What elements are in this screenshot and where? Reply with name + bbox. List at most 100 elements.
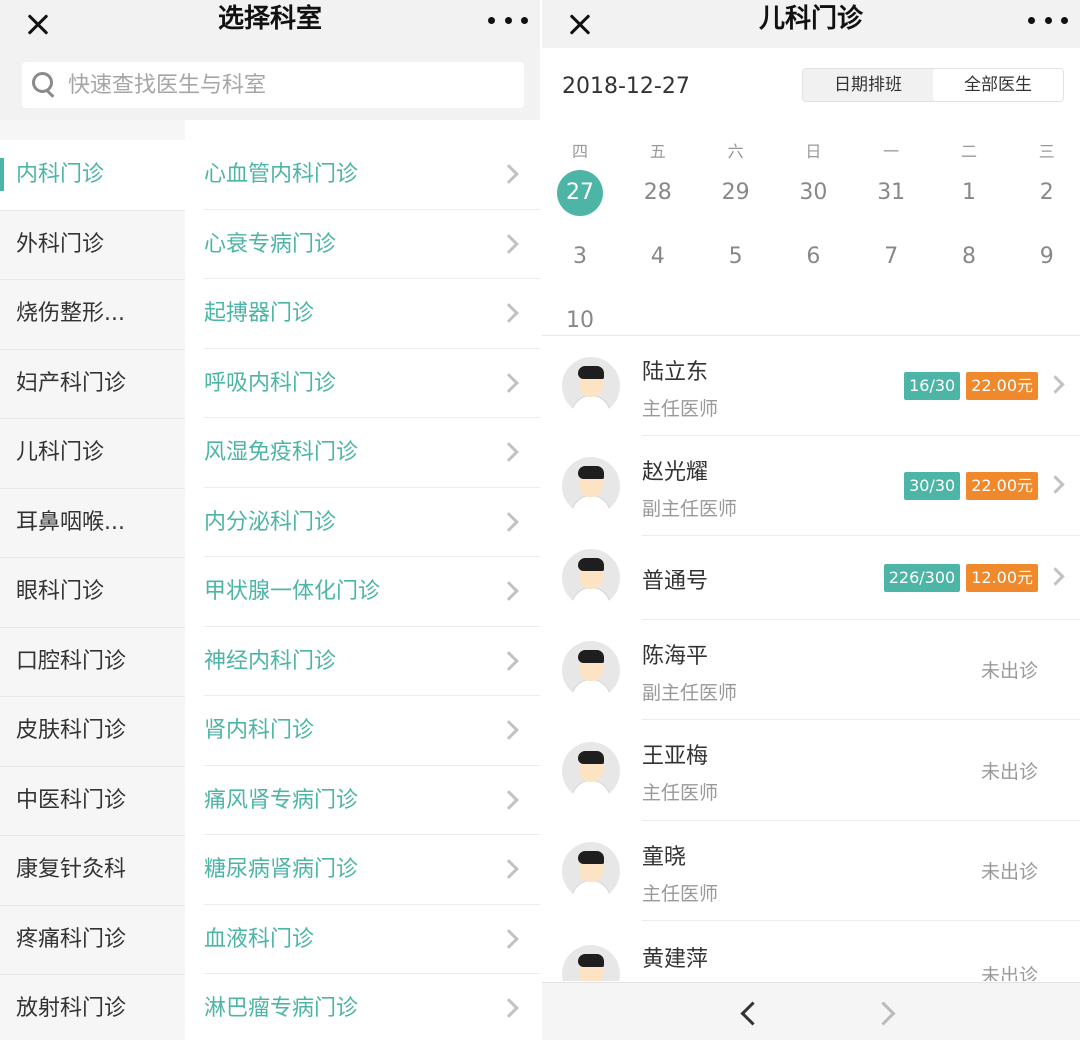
calendar-day-number: 8	[962, 244, 976, 269]
sidebar-divider	[0, 209, 185, 211]
chevron-right-icon	[499, 998, 519, 1018]
sub-department-list: 心血管内科门诊 心衰专病门诊 起搏器门诊呼吸内科门诊 风湿免疫科门诊内分泌科门诊 甲状腺…	[185, 140, 540, 1040]
chevron-right-icon	[1046, 375, 1065, 394]
calendar-day[interactable]: 6	[783, 234, 843, 280]
sidebar-item[interactable]: 眼科门诊	[0, 557, 185, 627]
sidebar-item[interactable]: 中医科门诊	[0, 766, 185, 836]
more-icon[interactable]	[1028, 6, 1068, 34]
sidebar-divider	[0, 418, 185, 419]
tab-by-date[interactable]: 日期排班	[803, 69, 933, 101]
calendar-day[interactable]: 28	[628, 170, 688, 216]
chevron-right-icon	[499, 303, 519, 323]
doctor-name: 陈海平	[642, 644, 709, 669]
chevron-right-icon	[499, 789, 519, 810]
calendar-day-number: 1	[962, 180, 976, 205]
weekday-label: 五	[649, 142, 666, 161]
calendar-day-number: 27	[566, 180, 594, 205]
sub-department-label: 风湿免疫科门诊	[204, 440, 359, 465]
list-item[interactable]: 心衰专病门诊	[185, 210, 540, 279]
list-item[interactable]: 血液科门诊	[185, 905, 540, 974]
sidebar-item[interactable]: 放射科门诊	[0, 974, 185, 1040]
sidebar-item[interactable]: 康复针灸科	[0, 835, 185, 905]
calendar-day[interactable]: 30	[783, 170, 843, 216]
sidebar-divider	[0, 279, 185, 280]
doctor-name: 陆立东	[642, 360, 709, 385]
doctor-row[interactable]: 陆立东主任医师 16/30 22.00元	[542, 336, 1080, 436]
list-item[interactable]: 起搏器门诊	[185, 279, 540, 349]
doctor-row[interactable]: 王亚梅 主任医师 未出诊	[542, 720, 1080, 821]
calendar-day-selected[interactable]: 27	[550, 170, 610, 216]
calendar-day[interactable]: 29	[706, 170, 766, 216]
sub-department-label: 神经内科门诊	[204, 648, 337, 674]
doctor-title: 主任医师	[642, 398, 719, 420]
list-item[interactable]: 肾内科门诊	[185, 696, 540, 766]
price-badge: 22.00元	[966, 472, 1038, 500]
calendar: 四 五 六 日 一 二 三 27 28 29 30 31 1 2 3 4 5 6 7 8 9 10	[542, 130, 1080, 336]
doctor-row[interactable]: 黄建萍 未出诊	[542, 921, 1080, 981]
department-sidebar: 内科门诊 外科门诊 烧伤整形... 妇产科门诊 儿科门诊 耳鼻咽喉... 眼科门诊 口腔科门诊…	[0, 120, 185, 1040]
doctor-avatar	[562, 641, 620, 699]
right-header: 儿科门诊	[542, 0, 1080, 48]
doctor-title: 副主任医师	[642, 498, 738, 520]
search-area	[0, 48, 540, 120]
doctor-title: 副主任医师	[642, 682, 738, 704]
calendar-day-number: 2	[1039, 180, 1054, 205]
doctor-row[interactable]: 童晓 主任医师 未出诊	[542, 821, 1080, 921]
calendar-day[interactable]: 4	[628, 234, 688, 280]
doctor-avatar	[562, 549, 620, 607]
left-header: 选择科室	[0, 0, 540, 48]
badge-group: 16/30 22.00元	[904, 372, 1038, 400]
calendar-day[interactable]: 2	[1017, 170, 1077, 216]
search-input[interactable]	[68, 62, 508, 108]
calendar-day[interactable]: 7	[861, 234, 921, 280]
sidebar-item[interactable]: 烧伤整形...	[0, 279, 185, 349]
list-item[interactable]: 心血管内科门诊	[185, 140, 540, 210]
list-item[interactable]: 甲状腺一体化门诊	[185, 557, 540, 627]
sidebar-item[interactable]: 外科门诊	[0, 210, 185, 280]
list-item[interactable]: 神经内科门诊	[185, 627, 540, 696]
calendar-day[interactable]: 5	[706, 234, 766, 280]
more-icon[interactable]	[488, 6, 528, 34]
doctor-row[interactable]: 赵光耀 副主任医师 30/30 22.00元	[542, 436, 1080, 536]
sidebar-item[interactable]: 内科门诊	[0, 140, 185, 210]
calendar-day[interactable]: 1	[939, 170, 999, 216]
sidebar-item[interactable]: 口腔科门诊	[0, 627, 185, 697]
doctor-avatar	[562, 842, 620, 900]
list-item[interactable]: 风湿免疫科门诊	[185, 418, 540, 488]
quota-badge: 30/30	[904, 472, 961, 500]
back-arrow-icon[interactable]	[732, 1001, 772, 1033]
calendar-day[interactable]: 8	[939, 234, 999, 280]
sidebar-item[interactable]: 疼痛科门诊	[0, 905, 185, 975]
doctor-row[interactable]: 陈海平 副主任医师 未出诊	[542, 620, 1080, 720]
calendar-day-number: 5	[728, 244, 743, 269]
list-item[interactable]: 痛风肾专病门诊	[185, 766, 540, 835]
sub-department-label: 呼吸内科门诊	[204, 370, 337, 396]
calendar-day[interactable]: 9	[1017, 234, 1077, 280]
calendar-day[interactable]: 3	[550, 234, 610, 280]
doctor-title: 主任医师	[642, 883, 719, 905]
weekday-label: 二	[960, 142, 977, 161]
list-item[interactable]: 糖尿病肾病门诊	[185, 835, 540, 905]
list-item[interactable]: 淋巴瘤专病门诊	[185, 974, 540, 1040]
calendar-day-number: 7	[884, 244, 899, 269]
list-item[interactable]: 呼吸内科门诊	[185, 349, 540, 418]
list-item[interactable]: 内分泌科门诊	[185, 488, 540, 557]
weekday-label: 六	[727, 142, 744, 161]
tab-all-doctors[interactable]: 全部医生	[933, 69, 1063, 101]
sidebar-item[interactable]: 皮肤科门诊	[0, 696, 185, 766]
weekday-label: 日	[805, 142, 822, 161]
sidebar-item[interactable]: 儿科门诊	[0, 418, 185, 488]
doctor-list: 陆立东 主任医师 16/30 22.00元 赵光耀 副主任医师 30/30 22.00元 普通号…	[542, 336, 1080, 981]
quota-badge: 16/30	[904, 372, 961, 400]
search-box[interactable]	[22, 62, 524, 108]
chevron-right-icon	[499, 164, 519, 184]
sub-department-label: 糖尿病肾病门诊	[204, 857, 359, 882]
doctor-row[interactable]: 普通号 226/300 12.00元	[542, 536, 1080, 620]
price-badge: 12.00元	[966, 564, 1038, 592]
chevron-right-icon	[1046, 567, 1065, 586]
sidebar-item[interactable]: 耳鼻咽喉...	[0, 488, 185, 558]
sidebar-item[interactable]: 妇产科门诊	[0, 349, 185, 419]
calendar-day[interactable]: 31	[861, 170, 921, 216]
calendar-day-number: 6	[806, 244, 821, 269]
forward-arrow-icon[interactable]	[867, 1001, 907, 1033]
